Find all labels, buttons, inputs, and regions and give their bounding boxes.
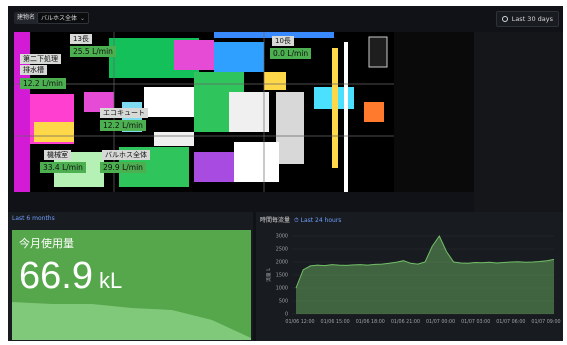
building-select-value: バルホス全体 xyxy=(41,15,78,22)
flow-value-kikai[interactable]: 33.4 L/min xyxy=(40,162,86,173)
location-name-eco: エコキュート xyxy=(100,108,148,118)
dashboard-toolbar: 建物名 バルホス全体 ⌄ Last 30 days xyxy=(8,6,563,30)
flow-area xyxy=(296,236,554,314)
clock-icon xyxy=(501,16,508,22)
x-tick-label: 01/07 03:00 xyxy=(461,319,490,325)
x-tick-label: 01/06 18:00 xyxy=(356,319,385,325)
chart-title: 時間毎流量 xyxy=(260,217,291,224)
location-name-dai2-line2: 排水槽 xyxy=(20,65,47,75)
flow-value-10[interactable]: 0.0 L/min xyxy=(270,48,312,59)
stat-title: 今月使用量 xyxy=(19,237,74,250)
location-name-dai2: 第二下処理 xyxy=(20,54,61,64)
stat-value: 66.9 kL xyxy=(19,254,122,303)
flow-value-eco[interactable]: 12.2 L/min xyxy=(100,120,146,131)
time-range-picker[interactable]: Last 30 days xyxy=(495,11,559,27)
x-tick-label: 01/06 12:00 xyxy=(285,319,314,325)
location-name-10: 10長 xyxy=(272,36,294,46)
monthly-usage-panel: Last 6 months 今月使用量 66.9 kL xyxy=(8,212,253,341)
location-name-zentai: バルホス全体 xyxy=(102,150,150,160)
empty-panel-area xyxy=(474,32,563,212)
chevron-down-icon: ⌄ xyxy=(79,15,85,22)
x-tick-label: 01/07 09:00 xyxy=(531,319,560,325)
chart-time-range-label: Last 24 hours xyxy=(300,217,342,224)
y-tick-label: 2500 xyxy=(276,247,288,253)
y-tick-label: 500 xyxy=(279,299,288,305)
location-name-kikai: 機械室 xyxy=(44,150,71,160)
y-tick-label: 1000 xyxy=(276,286,288,292)
floor-plan-margin xyxy=(394,32,474,192)
flow-value-13[interactable]: 25.5 L/min xyxy=(70,46,116,57)
flow-value-zentai[interactable]: 29.9 L/min xyxy=(100,162,146,173)
floor-plan: 13長 25.5 L/min 10長 0.0 L/min 第二下処理 排水槽 1… xyxy=(14,32,394,192)
hourly-flow-chart: 0 500 1000 1500 2000 2500 3000 流量 L 01/06 12:00 0… xyxy=(265,234,561,325)
flow-value-dai2[interactable]: 12.2 L/min xyxy=(20,78,66,89)
y-tick-label: 1500 xyxy=(276,273,288,279)
chart-time-range[interactable]: ⏱ Last 24 hours xyxy=(294,217,341,224)
dashboard: 建物名 バルホス全体 ⌄ Last 30 days 13長 25.5 L/min… xyxy=(8,6,563,341)
stat-unit: kL xyxy=(98,268,123,293)
y-axis-label: 流量 L xyxy=(265,268,272,282)
y-tick-label: 0 xyxy=(285,312,288,318)
stat-body: 今月使用量 66.9 kL xyxy=(12,230,251,340)
variable-label: 建物名 xyxy=(14,12,39,24)
x-tick-label: 01/07 00:00 xyxy=(426,319,455,325)
time-range-label: Last 30 days xyxy=(511,15,553,23)
x-tick-label: 01/07 06:00 xyxy=(496,319,525,325)
building-select[interactable]: バルホス全体 ⌄ xyxy=(37,12,89,24)
x-tick-label: 01/06 21:00 xyxy=(391,319,420,325)
stat-time-range[interactable]: Last 6 months xyxy=(12,215,55,222)
location-name-13: 13長 xyxy=(70,34,92,44)
hourly-flow-panel: 時間毎流量 ⏱ Last 24 hours 0 500 1000 1500 2000 250… xyxy=(256,212,563,341)
stat-number: 66.9 xyxy=(19,255,93,297)
x-tick-label: 01/06 15:00 xyxy=(321,319,350,325)
y-tick-label: 2000 xyxy=(276,260,288,266)
y-tick-label: 3000 xyxy=(276,234,288,240)
